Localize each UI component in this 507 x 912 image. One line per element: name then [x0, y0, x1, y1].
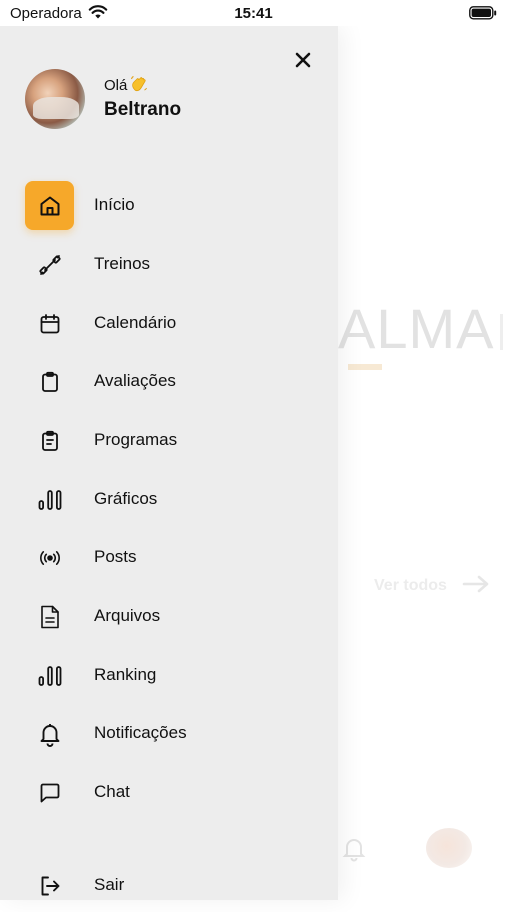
menu-item-avaliacoes[interactable]: Avaliações — [0, 354, 338, 408]
logout-icon — [38, 874, 62, 898]
background-avatar — [426, 828, 472, 868]
waving-hand-icon — [130, 75, 148, 93]
file-icon — [38, 604, 62, 630]
home-icon-button[interactable] — [25, 181, 74, 230]
menu-item-label: Programas — [94, 430, 178, 449]
menu-item-label: Arquivos — [94, 606, 161, 625]
close-icon[interactable] — [292, 49, 314, 71]
menu-item-posts[interactable]: Posts — [0, 530, 338, 584]
menu-item-treinos[interactable]: Treinos — [0, 237, 338, 291]
bar-chart-icon — [37, 488, 63, 512]
menu-item-graficos[interactable]: Gráficos — [0, 472, 338, 526]
avatar[interactable] — [25, 69, 85, 129]
background-bell-icon — [342, 836, 366, 862]
logout-label: Sair — [94, 875, 125, 894]
status-time: 15:41 — [234, 5, 273, 22]
ranking-icon — [37, 664, 63, 688]
clipboard-list-icon — [38, 429, 62, 453]
chat-icon — [38, 781, 62, 805]
see-all-link: Ver todos — [374, 577, 447, 594]
background-logo-divider — [500, 314, 503, 350]
navigation-drawer: Olá Beltrano Início Treinos Calendário A… — [0, 26, 338, 900]
clipboard-icon — [38, 370, 62, 394]
calendar-icon — [38, 312, 62, 336]
menu-item-calendario[interactable]: Calendário — [0, 296, 338, 350]
menu-item-label: Posts — [94, 547, 137, 566]
menu-item-notificacoes[interactable]: Notificações — [0, 706, 338, 760]
menu-item-label: Calendário — [94, 313, 177, 332]
menu-item-label: Início — [94, 195, 135, 214]
menu-item-label: Notificações — [94, 723, 187, 742]
broadcast-icon — [38, 546, 62, 570]
menu-item-label: Treinos — [94, 254, 151, 273]
greeting: Olá — [104, 75, 148, 94]
greeting-text: Olá — [104, 77, 128, 94]
bell-icon — [38, 721, 62, 747]
menu-item-chat[interactable]: Chat — [0, 765, 338, 819]
battery-icon — [469, 6, 497, 20]
dumbbell-icon — [38, 253, 62, 277]
menu-item-label: Chat — [94, 782, 130, 801]
menu-item-programas[interactable]: Programas — [0, 413, 338, 467]
background-logo-accent — [348, 364, 382, 370]
background-screen: ALMA Ver todos — [338, 26, 507, 900]
user-name: Beltrano — [104, 99, 182, 120]
menu-item-inicio[interactable]: Início — [0, 178, 338, 232]
status-bar: Operadora 15:41 — [0, 0, 507, 26]
menu-item-label: Avaliações — [94, 371, 176, 390]
home-icon — [38, 194, 62, 218]
menu-item-ranking[interactable]: Ranking — [0, 648, 338, 702]
menu-item-arquivos[interactable]: Arquivos — [0, 589, 338, 643]
arrow-right-icon — [462, 574, 490, 594]
background-logo: ALMA — [338, 297, 495, 360]
menu-item-label: Ranking — [94, 665, 157, 684]
menu-item-label: Gráficos — [94, 489, 158, 508]
logout-button[interactable]: Sair — [0, 858, 338, 912]
